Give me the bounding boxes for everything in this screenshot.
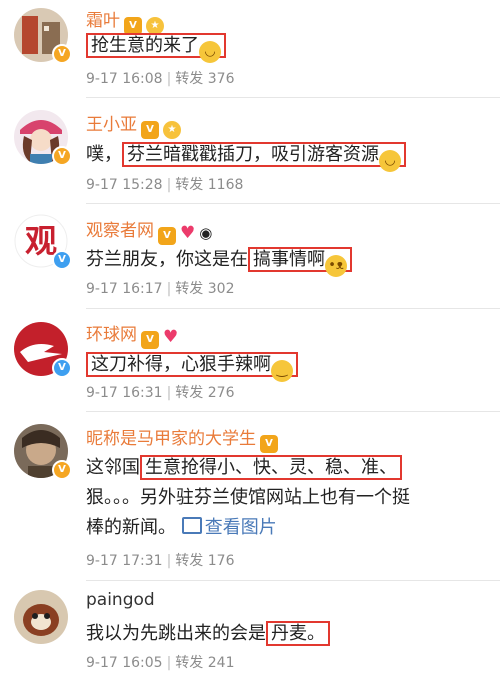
comment-meta: 9-17 15:28 | 转发 1168 [86,177,244,193]
comment-text: 这刀补得，心狠手辣啊 ‿ [86,349,298,382]
author-name[interactable]: 环球网 [86,325,137,345]
timestamp: 9-17 16:05 [86,655,163,671]
avatar[interactable] [14,590,68,644]
repost-count: 1168 [207,177,244,193]
comment-text: 噗， 芬兰暗戳戳插刀，吸引游客资源 ◡ [86,139,406,172]
timestamp: 9-17 17:31 [86,553,163,569]
highlighted-text: 抢生意的来了 ◡ [86,33,226,63]
laugh-tears-emoji: ◡ [379,150,401,172]
comment-meta: 9-17 16:17 | 转发 302 [86,281,235,297]
doge-emoji: •ᴥ [325,255,347,277]
comment-text: 芬兰朋友，你这是在 搞事情啊 •ᴥ [86,244,352,277]
comment-text: 抢生意的来了 ◡ [86,30,226,63]
verified-badge: V [52,358,72,378]
vip-icon: V [260,435,278,453]
divider [86,97,500,98]
image-icon [181,517,202,534]
heart-icon: ♥ [180,223,196,243]
comment-text-line-2: 狠。。。另外驻芬兰使馆网站上也有一个挺 [86,487,410,508]
medal-icon: ★ [163,121,181,139]
vip-icon: V [141,121,159,139]
repost-count: 176 [207,553,235,569]
repost-count: 276 [207,385,235,401]
author-name[interactable]: paingod [86,590,155,610]
repost-label[interactable]: 转发 [175,281,203,297]
cry-laugh-emoji: ◡ [199,41,221,63]
author-name[interactable]: 观察者网 [86,221,154,241]
comment-author[interactable]: 环球网 V ♥ [86,320,178,349]
thinking-emoji: ‿ [271,360,293,382]
repost-count: 302 [207,281,235,297]
repost-count: 241 [207,655,235,671]
author-name[interactable]: 王小亚 [86,115,137,135]
divider [86,580,500,581]
vip-icon: V [158,227,176,245]
comment-meta: 9-17 17:31 | 转发 176 [86,553,235,569]
comment-text-line-1: 这邻国 生意抢得小、快、灵、稳、准、 [86,452,402,483]
repost-label[interactable]: 转发 [175,553,203,569]
verified-badge: V [52,44,72,64]
divider [86,308,500,309]
repost-label[interactable]: 转发 [175,385,203,401]
timestamp: 9-17 15:28 [86,177,163,193]
highlighted-text: 芬兰暗戳戳插刀，吸引游客资源 ◡ [122,142,406,172]
comment-author[interactable]: paingod [86,590,155,610]
highlighted-text: 丹麦。 [266,621,330,646]
view-image-link[interactable]: 查看图片 [181,517,277,538]
divider [86,411,500,412]
verified-badge: V [52,460,72,480]
comment-meta: 9-17 16:31 | 转发 276 [86,385,235,401]
comment-author[interactable]: 观察者网 V ♥ ◉ [86,216,212,245]
comment-author[interactable]: 王小亚 V ★ [86,110,181,139]
highlighted-text: 生意抢得小、快、灵、稳、准、 [140,455,402,480]
vip-icon: V [141,331,159,349]
repost-label[interactable]: 转发 [175,655,203,671]
comment-text: 我以为先跳出来的会是 丹麦。 [86,618,330,649]
comment-text-line-3: 棒的新闻。 查看图片 [86,517,277,538]
comment-meta: 9-17 16:05 | 转发 241 [86,655,235,671]
timestamp: 9-17 16:31 [86,385,163,401]
timestamp: 9-17 16:17 [86,281,163,297]
comment-meta: 9-17 16:08 | 转发 376 [86,71,235,87]
comment-feed: V 霜叶 V ★ 抢生意的来了 ◡ 9-17 16:08 | 转发 376 V 王小亚 V ★ [0,0,500,681]
repost-count: 376 [207,71,235,87]
divider [86,203,500,204]
repost-label[interactable]: 转发 [175,177,203,193]
author-name[interactable]: 霜叶 [86,11,120,31]
verified-badge: V [52,146,72,166]
highlighted-text: 这刀补得，心狠手辣啊 ‿ [86,352,298,382]
timestamp: 9-17 16:08 [86,71,163,87]
highlighted-text: 搞事情啊 •ᴥ [248,247,352,277]
heart-icon: ♥ [163,327,179,347]
verified-badge: V [52,250,72,270]
author-name[interactable]: 昵称是马甲家的大学生 [86,429,256,449]
repost-label[interactable]: 转发 [175,71,203,87]
panda-icon: ◉ [199,224,213,242]
comment-author[interactable]: 昵称是马甲家的大学生 V [86,424,278,453]
